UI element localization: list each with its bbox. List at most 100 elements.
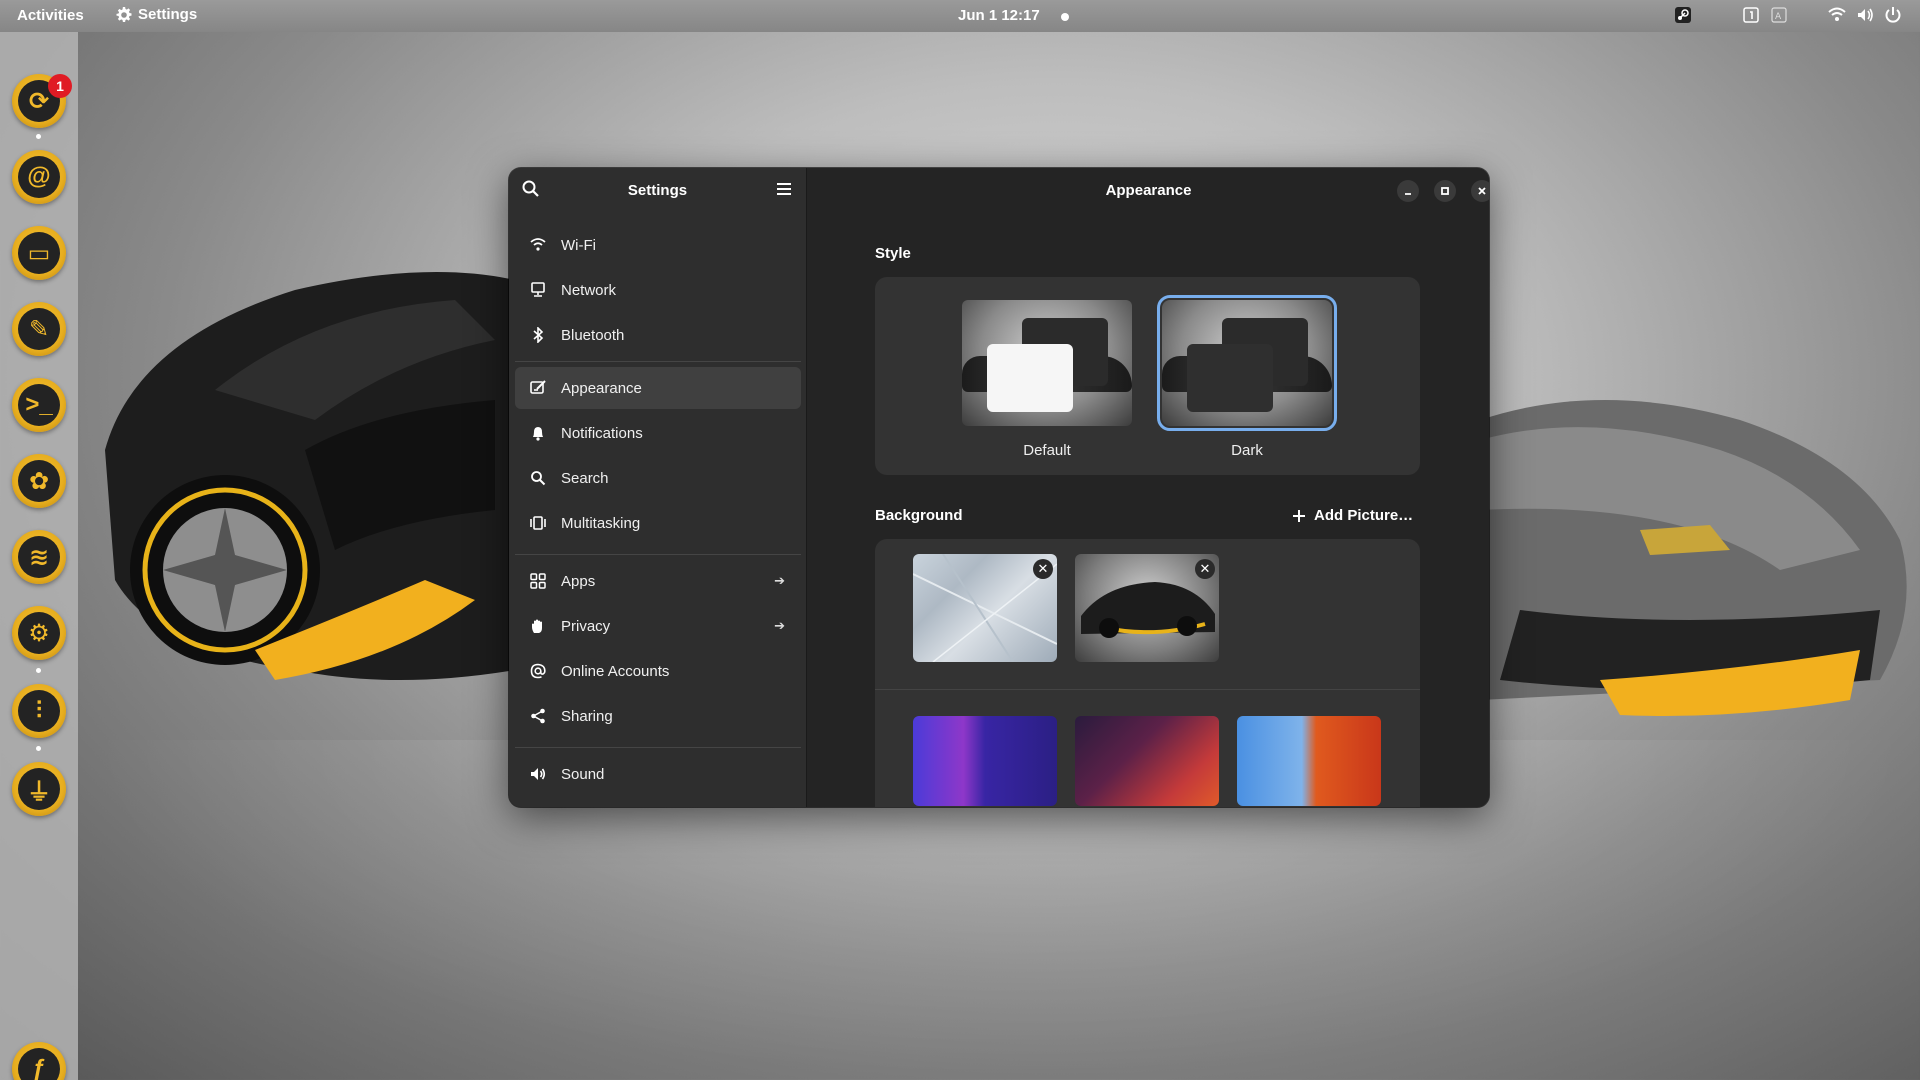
page-title: Appearance [1105,181,1192,199]
arrow-right-icon: ➔ [774,618,785,633]
volume-icon[interactable] [1856,6,1874,24]
sidebar-item-label: Sound [561,765,605,783]
sidebar-item-sharing[interactable]: Sharing [515,695,801,737]
notification-badge: 1 [48,74,72,98]
style-option-dark[interactable] [1157,295,1337,431]
wallpaper-car-rear [1480,400,1907,716]
wifi-icon[interactable] [1828,6,1846,24]
system-tray[interactable]: A [1674,6,1902,24]
sidebar-item-label: Notifications [561,424,643,442]
remove-background-button[interactable]: ✕ [1033,559,1053,579]
remove-background-button[interactable]: ✕ [1195,559,1215,579]
activities-button[interactable]: Activities [17,7,84,24]
sound-icon [531,768,546,780]
sidebar: Settings Wi-Fi Network Bluetooth Appeara… [509,168,807,807]
at-icon [530,663,546,679]
close-button[interactable] [1471,180,1489,202]
background-section-title: Background [875,507,963,524]
hamburger-menu-icon[interactable] [774,179,794,199]
background-divider [875,689,1420,690]
running-indicator [36,134,41,139]
files-app-icon[interactable]: ▭ [12,226,66,280]
notification-dot-icon [1061,13,1069,21]
background-card: ✕ ✕ [875,539,1420,807]
sidebar-item-sound[interactable]: Sound [515,753,801,795]
style-option-default[interactable] [962,300,1132,426]
app-menu-label: Settings [138,6,198,23]
style-card: Default Dark [875,277,1420,475]
hand-icon [532,619,542,633]
plus-icon [1293,509,1305,522]
sidebar-divider [515,747,801,748]
sidebar-item-label: Sharing [561,707,613,725]
top-bar: Activities Settings Jun 1 12:17 A [0,0,1920,32]
background-option-drip-blue-orange[interactable] [1237,716,1381,806]
mixer-app-icon[interactable]: ⫶ [12,684,66,738]
sidebar-item-label: Bluetooth [561,326,625,344]
close-icon [1478,187,1486,195]
app-menu[interactable]: Settings [116,6,197,23]
style-option-label: Default [1023,442,1071,459]
content-header: Appearance [808,168,1489,212]
minimize-icon [1405,193,1411,195]
network-icon [531,282,545,297]
appearance-icon [530,380,546,394]
sidebar-item-label: Search [561,469,609,487]
wallpaper-car-front [105,272,515,680]
add-picture-button[interactable]: Add Picture… [1292,507,1413,524]
sidebar-item-privacy[interactable]: Privacy ➔ [515,605,801,647]
maximize-button[interactable] [1434,180,1456,202]
settings-window: Settings Wi-Fi Network Bluetooth Appeara… [509,168,1489,807]
running-indicator [36,668,41,673]
sidebar-item-label: Privacy [561,617,611,635]
usb-app-icon[interactable]: ⏚ [12,762,66,816]
sidebar-item-label: Wi-Fi [561,236,596,254]
background-option-blocks-purple[interactable] [913,716,1057,806]
sidebar-item-multitasking[interactable]: Multitasking [515,502,801,544]
sidebar-item-online-accounts[interactable]: Online Accounts [515,650,801,692]
sidebar-item-label: Multitasking [561,514,641,532]
mail-app-icon[interactable]: @ [12,150,66,204]
input-indicator-icon[interactable]: A [1770,6,1788,24]
sidebar-item-wifi[interactable]: Wi-Fi [515,224,801,266]
tools-app-icon[interactable]: ✎ [12,302,66,356]
power-icon[interactable] [1884,6,1902,24]
background-option-waves-red[interactable] [1075,716,1219,806]
gear-icon [116,6,132,22]
bell-icon [533,427,543,441]
fedora-app-icon[interactable]: ƒ [12,1042,66,1080]
running-indicator [36,746,41,751]
sidebar-item-appearance[interactable]: Appearance [515,367,801,409]
gimp-app-icon[interactable]: ✿ [12,454,66,508]
maximize-icon [1441,187,1449,195]
style-section-title: Style [875,245,911,262]
steam-icon[interactable] [1674,6,1692,24]
apps-icon [530,573,546,589]
content-pane: Appearance Style Default Dark Background… [808,168,1489,807]
workspace-1-icon[interactable] [1742,6,1760,24]
search-icon[interactable] [521,179,541,199]
sidebar-item-notifications[interactable]: Notifications [515,412,801,454]
terminal-app-icon[interactable]: >_ [12,378,66,432]
style-option-label: Dark [1231,442,1263,459]
search-icon [531,471,546,486]
multitasking-icon [530,516,546,530]
sidebar-item-bluetooth[interactable]: Bluetooth [515,314,801,356]
sidebar-divider [515,361,801,362]
arrow-right-icon: ➔ [774,573,785,588]
sidebar-title: Settings [627,181,688,199]
add-picture-label: Add Picture… [1314,507,1414,524]
minimize-button[interactable] [1397,180,1419,202]
sidebar-item-apps[interactable]: Apps ➔ [515,560,801,602]
sidebar-item-label: Appearance [561,379,642,397]
dock: ⟳ 1 @ ▭ ✎ >_ ✿ ≋ ⚙ ⫶ ⏚ ƒ [0,32,78,1080]
share-icon [531,708,545,724]
steam-app-icon[interactable]: ⚙ [12,606,66,660]
wifi-icon [530,238,546,251]
bluetooth-icon [533,327,544,343]
spotify-app-icon[interactable]: ≋ [12,530,66,584]
sidebar-item-label: Network [561,281,617,299]
sidebar-item-network[interactable]: Network [515,269,801,311]
sidebar-item-search[interactable]: Search [515,457,801,499]
clock[interactable]: Jun 1 12:17 [958,7,1040,24]
